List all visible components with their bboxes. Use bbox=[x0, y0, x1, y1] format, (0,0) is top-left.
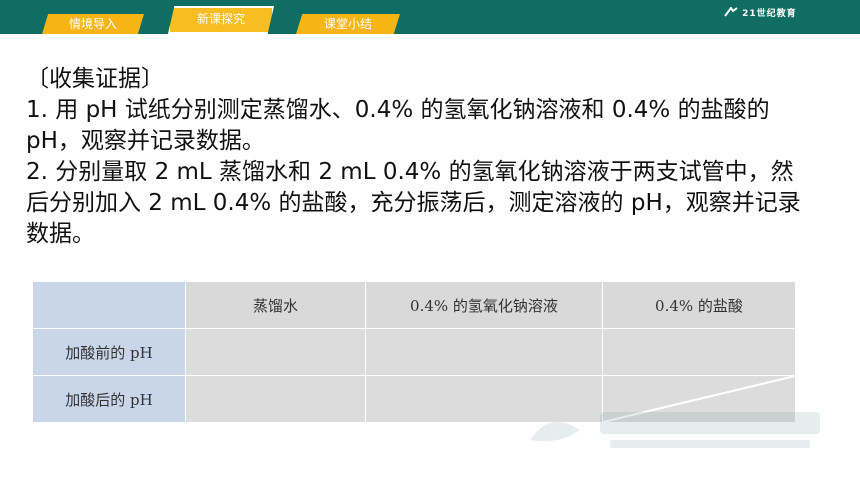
table-corner-cell bbox=[32, 281, 186, 329]
top-navigation-bar: 情境导入 新课探究 课堂小结 21世纪教育 bbox=[0, 0, 860, 34]
tab-intro[interactable]: 情境导入 bbox=[42, 14, 144, 34]
logo-icon bbox=[724, 7, 738, 17]
table-row: 加酸前的 pH bbox=[32, 328, 796, 376]
tab-new-lesson[interactable]: 新课探究 bbox=[168, 6, 274, 34]
table-header-row: 蒸馏水 0.4% 的氢氧化钠溶液 0.4% 的盐酸 bbox=[32, 281, 796, 329]
cell-before-hcl[interactable] bbox=[602, 328, 796, 376]
lesson-content: 〔收集证据〕 1. 用 pH 试纸分别测定蒸馏水、0.4% 的氢氧化钠溶液和 0… bbox=[26, 64, 816, 250]
step-1-text: 1. 用 pH 试纸分别测定蒸馏水、0.4% 的氢氧化钠溶液和 0.4% 的盐酸… bbox=[26, 97, 770, 154]
brand-logo: 21世纪教育 bbox=[724, 6, 812, 19]
cell-before-naoh[interactable] bbox=[365, 328, 603, 376]
logo-text: 21世纪教育 bbox=[742, 9, 797, 19]
tab-summary[interactable]: 课堂小结 bbox=[296, 14, 400, 34]
header-naoh-solution: 0.4% 的氢氧化钠溶液 bbox=[365, 281, 603, 329]
header-hydrochloric-acid: 0.4% 的盐酸 bbox=[602, 281, 796, 329]
row-label-before-acid: 加酸前的 pH bbox=[32, 328, 186, 376]
step-2-text: 2. 分别量取 2 mL 蒸馏水和 2 mL 0.4% 的氢氧化钠溶液于两支试管… bbox=[26, 159, 801, 247]
header-distilled-water: 蒸馏水 bbox=[185, 281, 366, 329]
cell-after-water[interactable] bbox=[185, 375, 366, 423]
cell-before-water[interactable] bbox=[185, 328, 366, 376]
watermark-graphic bbox=[530, 412, 820, 448]
section-heading: 〔收集证据〕 bbox=[26, 66, 164, 92]
row-label-after-acid: 加酸后的 pH bbox=[32, 375, 186, 423]
